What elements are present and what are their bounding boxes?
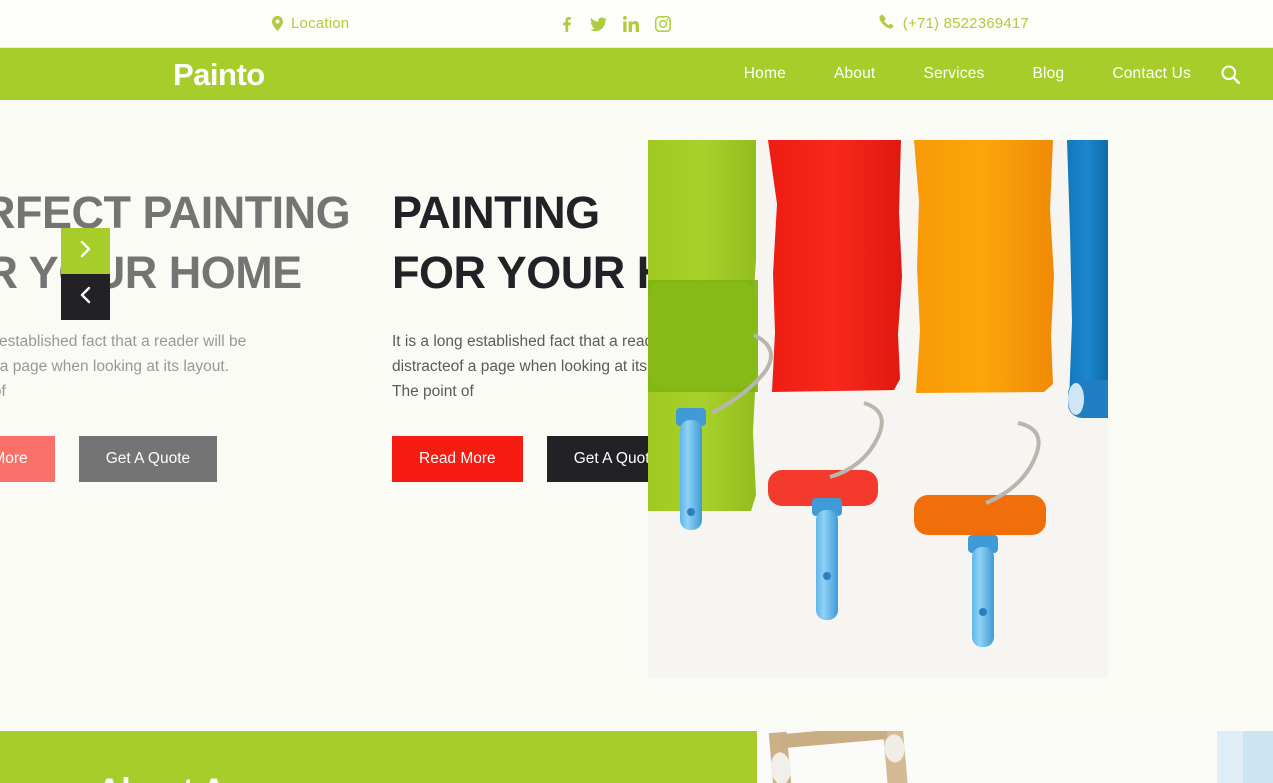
chevron-right-icon: [80, 240, 91, 263]
phone-link[interactable]: (+71) 8522369417: [879, 14, 1029, 33]
slider-next-button[interactable]: [61, 228, 110, 274]
slider-previous-button[interactable]: [61, 274, 110, 320]
nav-item-services[interactable]: Services: [899, 65, 1008, 83]
search-icon[interactable]: [1217, 61, 1243, 87]
site-header: Painto Home About Services Blog Contact …: [0, 48, 1273, 100]
about-agency-section: About Agency: [0, 731, 1273, 783]
facebook-icon[interactable]: [558, 16, 574, 32]
site-logo[interactable]: Painto: [173, 59, 265, 90]
paint-rollers-stripes-photo: [648, 140, 1108, 678]
phone-number: (+71) 8522369417: [902, 15, 1029, 32]
top-bar: Location (+71) 8522369417: [0, 0, 1273, 48]
about-agency-heading: About Agency: [97, 772, 323, 783]
main-nav: Home About Services Blog Contact Us: [720, 61, 1243, 87]
header-inner: Painto Home About Services Blog Contact …: [0, 48, 1273, 100]
phone-icon: [879, 14, 894, 33]
instagram-icon[interactable]: [654, 15, 671, 32]
slider-navigation: [61, 228, 110, 320]
nav-item-home[interactable]: Home: [720, 65, 810, 83]
location-link[interactable]: Location: [272, 15, 349, 32]
read-more-button[interactable]: Read More: [392, 436, 523, 483]
location-label: Location: [291, 15, 350, 32]
twitter-icon[interactable]: [589, 16, 607, 32]
nav-item-contact-us[interactable]: Contact Us: [1088, 65, 1213, 83]
social-links: [558, 15, 671, 32]
nav-item-about[interactable]: About: [810, 65, 900, 83]
hero-slider: PERFECT PAINTING FOR YOUR HOME It is a l…: [0, 100, 1273, 731]
linkedin-icon[interactable]: [622, 15, 639, 32]
top-bar-inner: Location (+71) 8522369417: [0, 0, 1273, 47]
nav-item-blog[interactable]: Blog: [1009, 65, 1089, 83]
chevron-left-icon: [80, 286, 91, 309]
ladder-and-paint-bucket-photo: [757, 731, 1273, 783]
map-pin-icon: [272, 16, 283, 31]
